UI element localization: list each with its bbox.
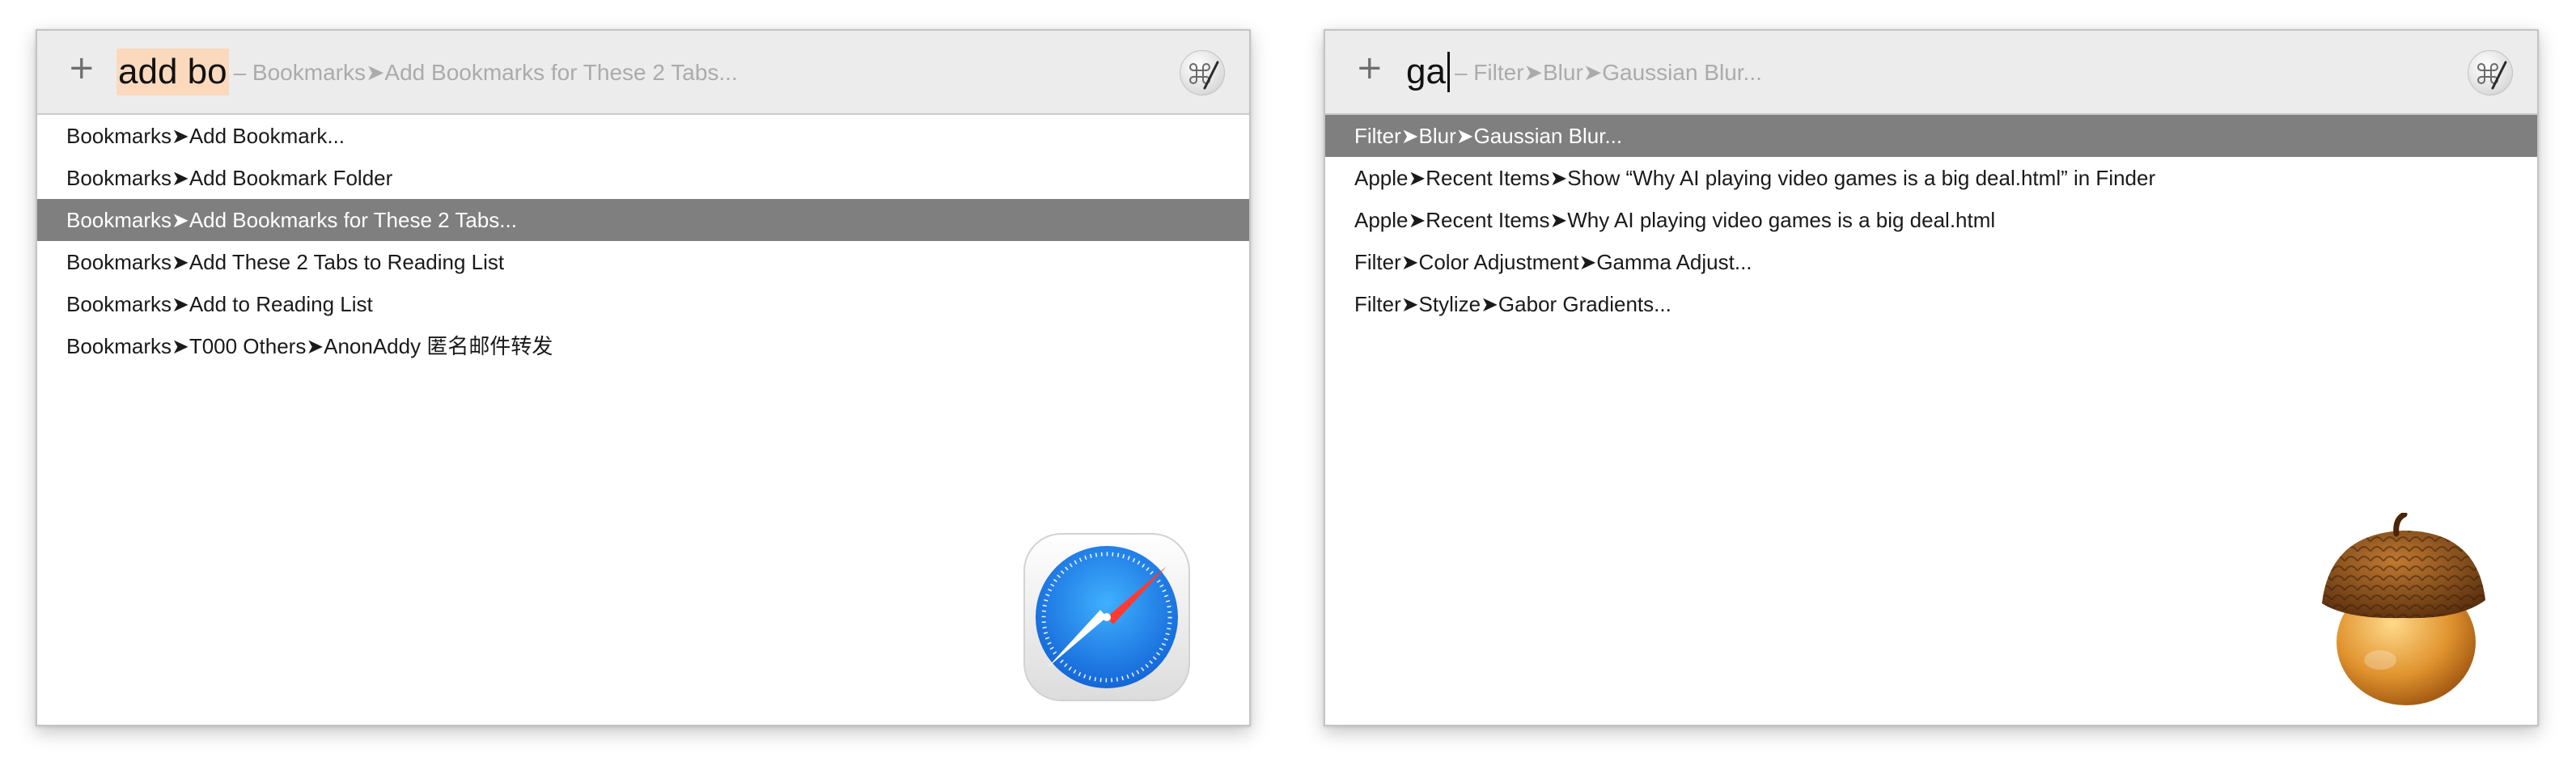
result-item[interactable]: Apple➤Recent Items➤Why AI playing video … [1325,199,2537,241]
safari-icon [1021,529,1193,705]
search-bar: + add bo – Bookmarks➤Add Bookmarks for T… [37,31,1249,115]
command-shortcut-icon[interactable] [1180,50,1225,95]
result-item[interactable]: Filter➤Stylize➤Gabor Gradients... [1325,283,2537,325]
result-item[interactable]: Bookmarks➤Add Bookmark... [37,115,1249,157]
text-caret [1447,52,1450,92]
query-text: add bo [117,49,229,95]
add-icon[interactable]: + [1356,52,1383,84]
result-item[interactable]: Bookmarks➤T000 Others➤AnonAddy 匿名邮件转发 [37,325,1249,367]
search-bar: + ga – Filter➤Blur➤Gaussian Blur... [1325,31,2537,115]
command-palette-right: + ga – Filter➤Blur➤Gaussian Blur... Filt… [1324,29,2539,726]
result-item[interactable]: Bookmarks➤Add Bookmarks for These 2 Tabs… [37,199,1249,241]
acorn-icon [2306,511,2497,712]
results-list: Bookmarks➤Add Bookmark... Bookmarks➤Add B… [37,115,1249,367]
search-input[interactable]: ga – Filter➤Blur➤Gaussian Blur... [1405,49,1762,95]
result-item[interactable]: Bookmarks➤Add These 2 Tabs to Reading Li… [37,241,1249,283]
query-completion-hint: – Bookmarks➤Add Bookmarks for These 2 Ta… [233,59,738,85]
result-item[interactable]: Filter➤Blur➤Gaussian Blur... [1325,115,2537,157]
result-item[interactable]: Apple➤Recent Items➤Show “Why AI playing … [1325,157,2537,199]
result-item[interactable]: Bookmarks➤Add Bookmark Folder [37,157,1249,199]
add-icon[interactable]: + [68,52,95,84]
command-palette-left: + add bo – Bookmarks➤Add Bookmarks for T… [36,29,1251,726]
search-input[interactable]: add bo – Bookmarks➤Add Bookmarks for The… [117,49,738,95]
result-item[interactable]: Filter➤Color Adjustment➤Gamma Adjust... [1325,241,2537,283]
query-completion-hint: – Filter➤Blur➤Gaussian Blur... [1454,59,1762,85]
command-shortcut-icon[interactable] [2468,50,2513,95]
result-item[interactable]: Bookmarks➤Add to Reading List [37,283,1249,325]
query-text: ga [1406,52,1446,91]
results-list: Filter➤Blur➤Gaussian Blur... Apple➤Recent… [1325,115,2537,325]
